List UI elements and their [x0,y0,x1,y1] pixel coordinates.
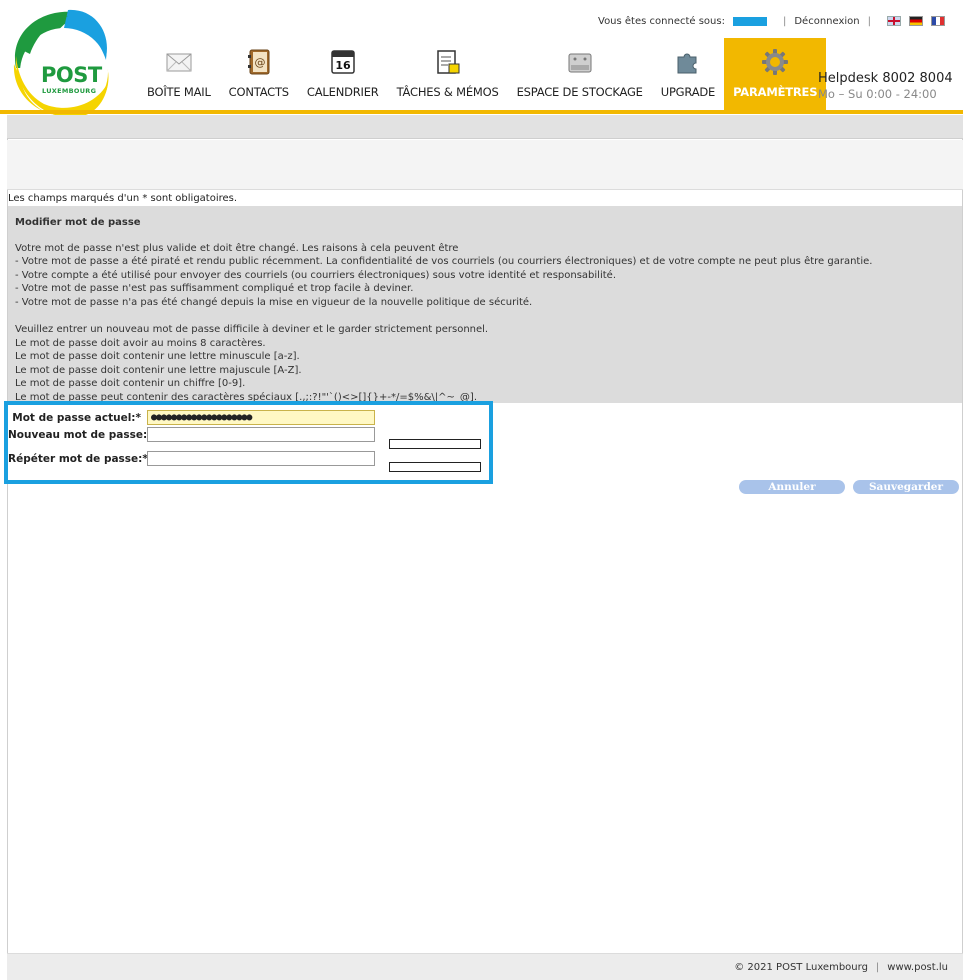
rule-item: Le mot de passe doit contenir une lettre… [15,364,302,376]
nav-item-upgrade[interactable]: UPGRADE [652,38,724,111]
toolbar-strip [7,115,963,139]
required-fields-note: Les champs marqués d'un * sont obligatoi… [8,193,238,204]
nav-label: BOÎTE MAIL [147,85,211,99]
panel-title: Modifier mot de passe [15,217,141,228]
separator: | [867,15,871,27]
username-badge [732,16,767,26]
tasks-icon [436,50,460,74]
nav-item-mail[interactable]: BOÎTE MAIL [138,38,220,111]
rule-item: Le mot de passe doit contenir une lettre… [15,351,300,362]
password-form: Mot de passe actuel:* ●●●●●●●●●●●●●●●●●●… [4,401,493,484]
logout-link[interactable]: Déconnexion [794,16,859,27]
helpdesk-hours: Mo – Su 0:00 - 24:00 [818,87,937,101]
reason-item: - Votre compte a été utilisé pour envoye… [15,269,616,281]
repeat-password-label: Répéter mot de passe:* [8,453,148,465]
footer: © 2021 POST Luxembourg | www.post.lu [7,953,963,980]
user-topbar: Vous êtes connecté sous: | Déconnexion | [598,14,945,28]
site-link[interactable]: www.post.lu [887,962,948,973]
post-logo[interactable]: POST LUXEMBOURG [8,8,112,120]
svg-text:@: @ [254,56,265,69]
rule-item: Le mot de passe doit contenir un chiffre… [15,378,246,389]
password-info-panel: Modifier mot de passe Votre mot de passe… [8,206,962,403]
mail-icon [166,53,192,72]
current-password-label: Mot de passe actuel:* [12,412,141,424]
nav-item-storage[interactable]: ESPACE DE STOCKAGE [508,38,652,111]
new-password-field[interactable] [147,427,375,442]
footer-text: © 2021 POST Luxembourg | www.post.lu [734,962,948,973]
subheader-strip [7,140,963,190]
new-password-label: Nouveau mot de passe:* [8,429,153,441]
nav-label: CALENDRIER [306,85,379,99]
reason-item: - Votre mot de passe a été piraté et ren… [15,256,873,267]
separator: | [782,15,787,27]
new-password-strength-meter [389,439,481,449]
current-password-field[interactable]: ●●●●●●●●●●●●●●●●●●●● [147,410,375,425]
connected-label: Vous êtes connecté sous: [598,15,725,27]
nav-label: TÂCHES & MÉMOS [396,85,499,99]
gear-icon [762,49,789,75]
separator: | [875,962,880,973]
save-button[interactable]: Sauvegarder [853,480,959,494]
nav-item-settings[interactable]: PARAMÈTRES [724,38,827,111]
nav-label: PARAMÈTRES [733,85,818,99]
rule-item: Le mot de passe doit avoir au moins 8 ca… [15,337,266,349]
main-nav: BOÎTE MAIL @ CONTACTS 16 CALENDRIER TÂCH… [138,38,827,111]
cancel-button[interactable]: Annuler [739,480,845,494]
calendar-icon: 16 [331,50,355,74]
reason-item: - Votre mot de passe n'est pas suffisamm… [15,283,414,294]
nav-item-calendar[interactable]: 16 CALENDRIER [298,38,388,111]
repeat-password-field[interactable] [147,451,375,466]
address-book-icon: @ [247,49,270,75]
reasons-intro: Votre mot de passe n'est plus valide et … [15,242,459,254]
helpdesk: Helpdesk 8002 8004 Mo – Su 0:00 - 24:00 [818,71,958,101]
storage-icon [568,53,592,73]
nav-label: ESPACE DE STOCKAGE [516,85,643,99]
nav-label: UPGRADE [660,85,716,99]
helpdesk-number: Helpdesk 8002 8004 [818,71,953,86]
repeat-password-strength-meter [389,462,481,472]
nav-item-tasks[interactable]: TÂCHES & MÉMOS [388,38,508,111]
logo-wordmark: POST [41,63,102,87]
header-divider [0,110,963,114]
reason-item: - Votre mot de passe n'a pas été changé … [15,296,533,308]
nav-label: CONTACTS [228,85,289,99]
logo-subtitle: LUXEMBOURG [42,87,97,95]
de-flag-icon[interactable] [909,16,923,26]
fr-flag-icon[interactable] [931,16,945,26]
copyright: © 2021 POST Luxembourg [734,962,868,973]
header: POST LUXEMBOURG Vous êtes connecté sous:… [0,0,963,118]
rules-intro: Veuillez entrer un nouveau mot de passe … [15,324,489,335]
uk-flag-icon[interactable] [887,16,901,26]
nav-item-contacts[interactable]: @ CONTACTS [220,38,298,111]
puzzle-icon [677,53,697,74]
calendar-day: 16 [335,59,351,72]
